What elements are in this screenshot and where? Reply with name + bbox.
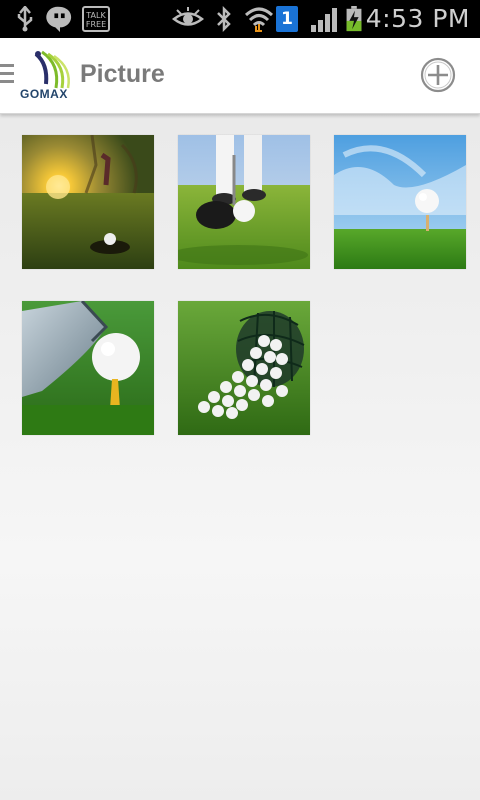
picture-thumbnail[interactable] <box>334 135 466 269</box>
talk-free-icon: TALK FREE <box>82 6 110 32</box>
hamburger-icon[interactable] <box>0 64 16 86</box>
battery-icon <box>346 6 362 32</box>
wifi-icon <box>244 7 274 32</box>
golf-sunset-hole-image <box>22 135 154 269</box>
usb-icon <box>17 6 33 32</box>
picture-thumbnail[interactable] <box>178 301 310 435</box>
golf-club-ball-tee-image <box>22 301 154 435</box>
golf-ball-tee-sky-image <box>334 135 466 269</box>
page-title: Picture <box>80 60 165 88</box>
logo-text: GOMAX <box>20 87 68 101</box>
picture-thumbnail[interactable] <box>22 301 154 435</box>
add-circle-icon[interactable] <box>420 57 456 93</box>
golf-ball-basket-image <box>178 301 310 435</box>
picture-thumbnail[interactable] <box>178 135 310 269</box>
talk-free-label: TALK FREE <box>85 11 107 29</box>
app-bar: GOMAX Picture <box>0 38 480 114</box>
eye-icon <box>172 7 204 26</box>
golf-putter-ball-image <box>178 135 310 269</box>
sim-slot-label: 1 <box>281 9 293 29</box>
sim-icon: 1 <box>276 6 298 32</box>
hangouts-icon <box>46 6 72 32</box>
signal-icon <box>311 8 337 32</box>
status-time: 4:53 PM <box>365 4 470 33</box>
bluetooth-icon <box>217 6 231 32</box>
picture-thumbnail[interactable] <box>22 135 154 269</box>
status-bar: TALK FREE 1 4:53 PM <box>0 0 480 38</box>
